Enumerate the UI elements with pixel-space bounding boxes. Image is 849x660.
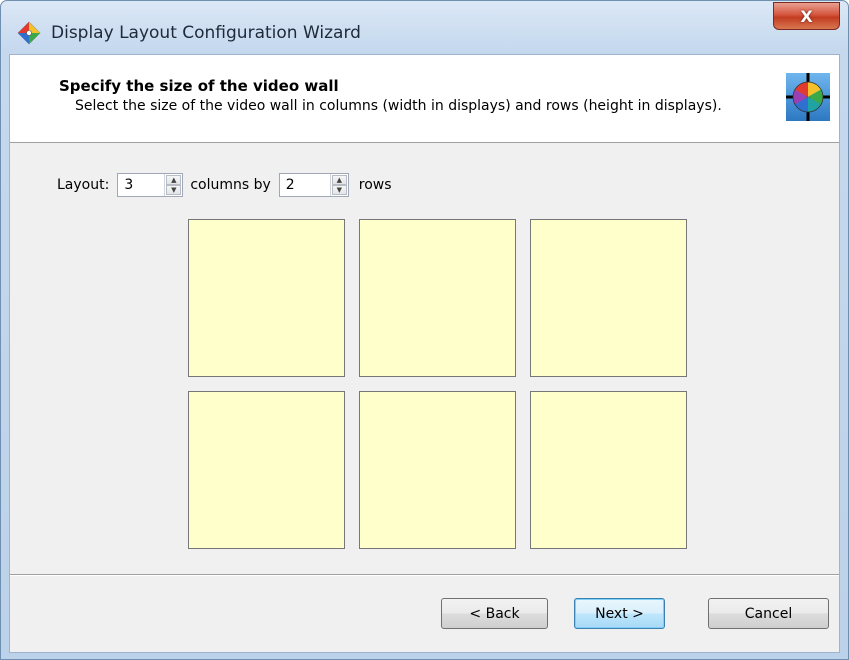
wizard-client-area: Specify the size of the video wall Selec… — [9, 54, 840, 653]
video-wall-preview — [188, 219, 687, 549]
wizard-window: Display Layout Configuration Wizard X Sp… — [0, 0, 849, 660]
display-tile — [530, 391, 687, 549]
display-tile — [530, 219, 687, 377]
display-tile — [359, 391, 516, 549]
rows-spinbox[interactable]: ▲ ▼ — [278, 173, 349, 197]
rows-suffix-label: rows — [358, 177, 392, 193]
page-title: Specify the size of the video wall — [59, 77, 339, 95]
rows-increment-button[interactable]: ▲ — [331, 175, 347, 185]
display-tile — [359, 219, 516, 377]
chevron-down-icon: ▼ — [336, 186, 342, 194]
columns-spin-arrows: ▲ ▼ — [164, 174, 182, 196]
display-tile — [188, 391, 345, 549]
columns-suffix-label: columns by — [190, 177, 271, 193]
chevron-up-icon: ▲ — [171, 176, 177, 184]
close-button[interactable]: X — [773, 2, 840, 30]
wizard-header: Specify the size of the video wall Selec… — [10, 55, 839, 143]
columns-decrement-button[interactable]: ▼ — [166, 185, 182, 195]
chevron-down-icon: ▼ — [171, 186, 177, 194]
next-button[interactable]: Next > — [574, 598, 665, 629]
columns-spinbox[interactable]: ▲ ▼ — [117, 173, 184, 197]
page-description: Select the size of the video wall in col… — [75, 98, 722, 114]
close-icon: X — [800, 6, 813, 26]
title-bar[interactable]: Display Layout Configuration Wizard X — [1, 1, 848, 53]
cancel-button[interactable]: Cancel — [708, 598, 829, 629]
rows-spin-arrows: ▲ ▼ — [329, 174, 348, 196]
rows-input[interactable] — [279, 174, 330, 196]
footer-divider — [10, 574, 839, 576]
rows-decrement-button[interactable]: ▼ — [331, 185, 347, 195]
window-title: Display Layout Configuration Wizard — [51, 23, 361, 43]
chevron-up-icon: ▲ — [336, 176, 342, 184]
layout-controls: Layout: ▲ ▼ columns by ▲ ▼ rows — [57, 172, 392, 198]
app-icon — [17, 21, 41, 45]
columns-input[interactable] — [118, 174, 165, 196]
back-button[interactable]: < Back — [441, 598, 548, 629]
color-wheel-icon — [786, 73, 830, 121]
columns-increment-button[interactable]: ▲ — [166, 175, 182, 185]
display-tile — [188, 219, 345, 377]
layout-label: Layout: — [57, 177, 110, 193]
